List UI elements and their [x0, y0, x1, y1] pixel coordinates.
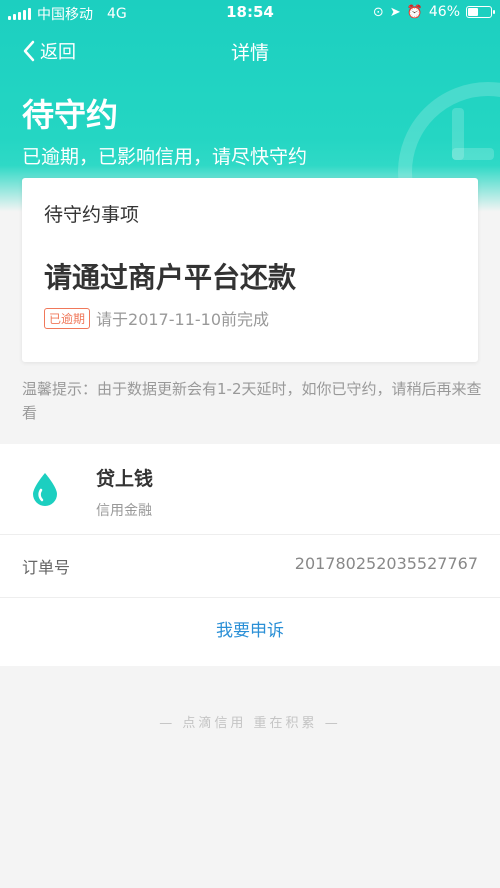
battery-percent: 46% [428, 4, 460, 20]
merchant-row: 贷上钱 信用金融 [0, 444, 500, 534]
footer-slogan: — 点滴信用 重在积累 — [159, 716, 341, 731]
location-icon: ➤ [389, 4, 401, 20]
overdue-badge: 已逾期 [44, 307, 91, 329]
due-date-text: 请于2017-11-10前完成 [96, 310, 270, 329]
order-row: 订单号 201780252035527767 [0, 534, 500, 597]
merchant-logo-icon [26, 470, 64, 508]
alarm-icon: ⏰ [406, 4, 423, 20]
order-label: 订单号 [22, 558, 71, 577]
status-subtitle: 已逾期，已影响信用，请尽快守约 [22, 146, 308, 168]
order-number: 201780252035527767 [294, 554, 478, 573]
merchant-type: 信用金融 [96, 503, 152, 519]
merchant-section: 贷上钱 信用金融 订单号 201780252035527767 我要申诉 [0, 444, 500, 666]
rotation-lock-icon: ⊙ [372, 4, 384, 20]
merchant-name: 贷上钱 [96, 468, 154, 490]
status-title: 待守约 [22, 96, 119, 134]
page-title: 详情 [230, 42, 269, 64]
card-header: 待守约事项 [44, 204, 140, 226]
battery-icon [466, 6, 495, 18]
nav-bar: 返回 详情 [0, 34, 500, 68]
due-info: 已逾期 请于2017-11-10前完成 [44, 306, 269, 330]
tip-text: 温馨提示：由于数据更新会有1-2天延时，如你已守约，请稍后再来查看 [22, 380, 482, 422]
appeal-button[interactable]: 我要申诉 [0, 597, 500, 666]
pending-item-card: 待守约事项 请通过商户平台还款 已逾期 请于2017-11-10前完成 [22, 178, 478, 362]
card-instruction: 请通过商户平台还款 [44, 261, 297, 294]
status-bar: 中国移动 4G 18:54 ⊙ ➤ ⏰ 46% [0, 0, 500, 26]
